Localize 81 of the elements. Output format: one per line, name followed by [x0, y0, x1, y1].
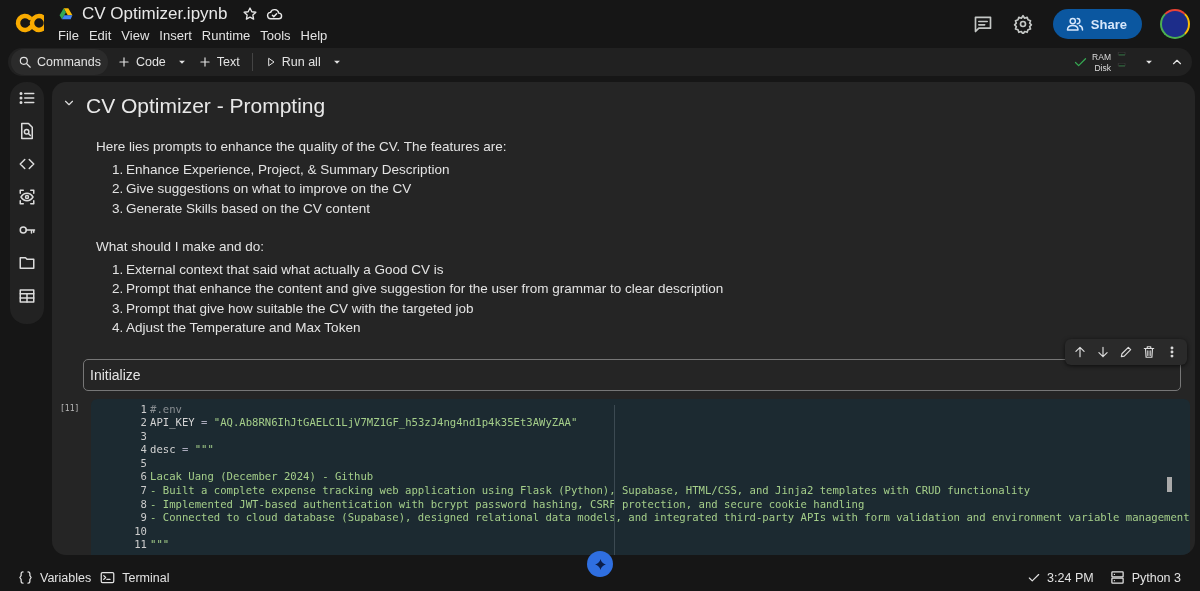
text-cell-editor[interactable]: Initialize: [83, 358, 1181, 391]
braces-icon: [18, 570, 33, 585]
server-icon: [1109, 570, 1125, 585]
line-number: 5: [139, 456, 148, 471]
plus-icon: [116, 55, 131, 69]
line-number: 7: [139, 484, 148, 498]
section-heading: CV Optimizer - Prompting: [86, 93, 327, 119]
line-number: 8: [139, 497, 148, 512]
plus-icon: [197, 55, 212, 69]
meter-label: Disk: [1094, 62, 1111, 73]
search-icon: [18, 55, 32, 69]
arrow-up-icon[interactable]: [1073, 344, 1087, 359]
list-marker: 2.: [112, 180, 125, 198]
notebook-title[interactable]: CV Optimizer.ipynb: [82, 4, 228, 24]
code-line: - Implemented JWT-based authentication with bcrypt password hashing, CSRF protection, and secure cookie handling: [150, 497, 865, 512]
paragraph: Here lies prompts to enhance the quality of the CV. The features are:: [96, 138, 508, 156]
line-number: 1: [139, 402, 148, 417]
line-number: 4: [139, 443, 148, 457]
settings-icon[interactable]: [1012, 14, 1033, 34]
star-icon[interactable]: [241, 6, 258, 22]
cell-text: Initialize: [90, 366, 141, 383]
code-line: Lacak Uang (December 2024) - Github: [150, 470, 374, 485]
terminal-icon: [100, 570, 116, 585]
list-item: Prompt that enhance the content and give suggestion for the user from grammar to clear description: [126, 280, 724, 298]
list-marker: 2.: [112, 280, 125, 298]
list-marker: 1.: [112, 260, 125, 279]
comment-icon[interactable]: [972, 14, 993, 34]
menu-item[interactable]: View: [116, 27, 155, 44]
line-number: 6: [139, 470, 148, 485]
document-search-icon[interactable]: [18, 121, 36, 141]
code-line: API_KEY = "AQ.Ab8RN6IhJtGAELC1LjV7MZ1GF_h53zJ4ng4nd1p4k35Et3AWyZAA": [150, 416, 578, 430]
variables-button[interactable]: Variables: [18, 570, 101, 585]
table-icon[interactable]: [18, 286, 36, 306]
scrollbar-thumb[interactable]: [1166, 476, 1172, 492]
arrow-down-icon[interactable]: [1096, 344, 1110, 359]
paragraph: What should I make and do:: [96, 238, 266, 256]
list-marker: 3.: [112, 199, 125, 218]
line-number: 2: [139, 416, 148, 430]
drive-icon: [58, 7, 74, 21]
list-marker: 1.: [112, 160, 125, 179]
list-item: Generate Skills based on the CV content: [126, 199, 370, 218]
line-number: 9: [139, 511, 148, 525]
menu-item[interactable]: Runtime: [196, 27, 256, 44]
execution-count: [11]: [60, 402, 81, 415]
list-marker: 4.: [112, 319, 125, 337]
execution-time: 3:24 PM: [1047, 570, 1094, 585]
line-number: 11: [133, 538, 148, 553]
run-all-button[interactable]: Run all: [257, 49, 328, 75]
code-line: #.env: [150, 402, 182, 417]
list-item: External context that said what actually a Good CV is: [126, 260, 444, 279]
meter-label: RAM: [1092, 51, 1111, 62]
code-line: """: [150, 538, 170, 553]
code-line: desc = """: [150, 443, 214, 457]
code-line: - Built a complete expense tracking web application using Flask (Python), Supabase, HTML/CSS, and Jinja2 templates with CRUD functionality: [150, 484, 1031, 498]
commands-button[interactable]: Commands: [11, 49, 108, 75]
list-item: Prompt that give how suitable the CV with the targeted job: [126, 299, 474, 318]
pencil-icon[interactable]: [1119, 344, 1133, 359]
people-icon: [1065, 15, 1084, 33]
runtime-type-button[interactable]: Python 3: [1109, 570, 1190, 585]
list-item: Give suggestions on what to improve on the CV: [126, 180, 412, 198]
avatar[interactable]: [1160, 9, 1190, 39]
code-line: - Connected to cloud database (Supabase), designed relational data models, and integrated third-party APIs with form validation and environment variable management: [150, 511, 1190, 525]
eye-icon[interactable]: [18, 187, 36, 207]
menu-item[interactable]: Insert: [154, 27, 197, 44]
list-item: Enhance Experience, Project, & Summary Description: [126, 160, 450, 179]
menu-item[interactable]: Tools: [255, 27, 296, 44]
code-editor[interactable]: [91, 398, 1190, 555]
share-button[interactable]: Share: [1052, 9, 1142, 39]
add-code-button[interactable]: Code: [109, 49, 173, 75]
list-marker: 3.: [112, 299, 125, 318]
list-item: Adjust the Temperature and Max Token: [126, 319, 361, 337]
menu-item[interactable]: Help: [295, 27, 333, 44]
line-number: 3: [139, 429, 148, 444]
trash-icon[interactable]: [1142, 344, 1156, 359]
menu-item[interactable]: Edit: [83, 27, 117, 44]
gemini-button[interactable]: [587, 551, 613, 577]
add-text-button[interactable]: Text: [190, 49, 247, 75]
terminal-button[interactable]: Terminal: [100, 570, 179, 585]
line-number: 10: [133, 524, 148, 539]
sparkle-icon: [593, 557, 607, 571]
menu-item[interactable]: File: [58, 27, 84, 44]
